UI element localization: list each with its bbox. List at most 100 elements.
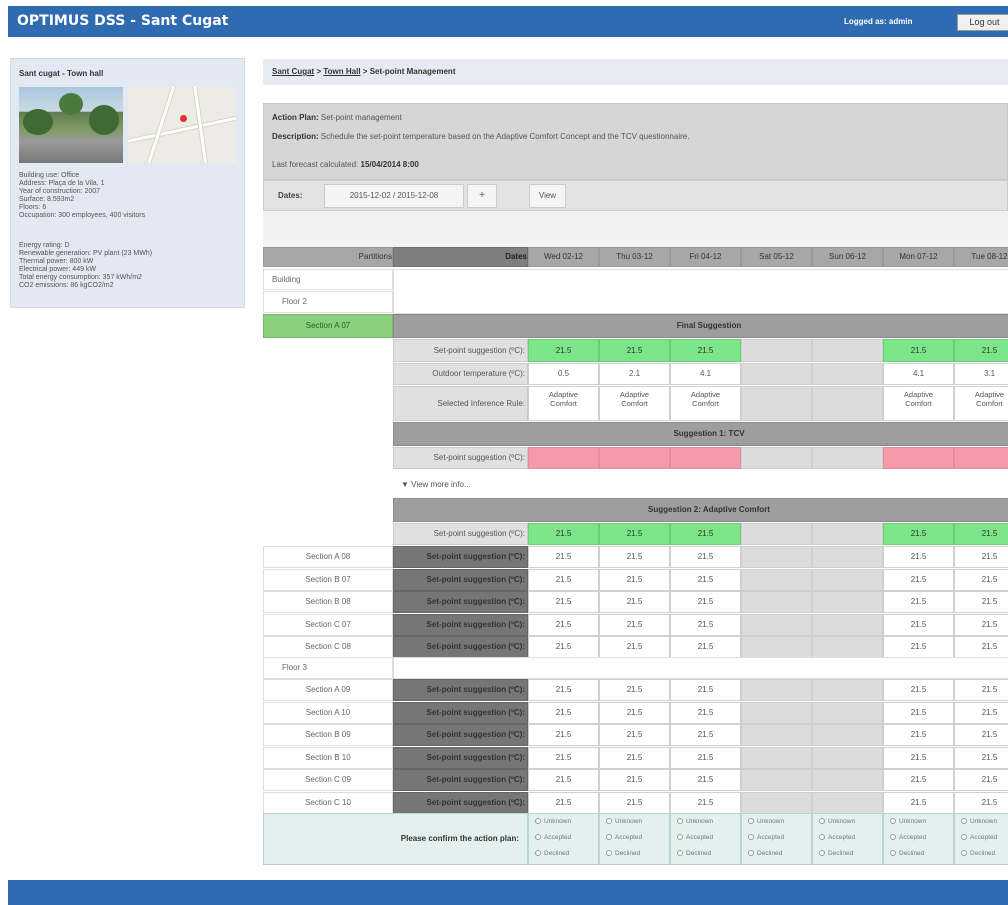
top-bar: OPTIMUS DSS - Sant Cugat Logged as: admi… — [8, 6, 1008, 37]
radio-icon[interactable] — [606, 818, 612, 825]
day-header[interactable]: Tue 08-12 — [954, 247, 1008, 267]
radio-option-accepted[interactable]: Accepted — [535, 830, 598, 846]
radio-icon[interactable] — [748, 834, 754, 841]
section-row-label[interactable]: Section C 07 — [263, 613, 393, 636]
radio-icon[interactable] — [819, 818, 825, 825]
radio-option-accepted[interactable]: Accepted — [677, 830, 740, 846]
radio-icon[interactable] — [535, 834, 541, 841]
radio-option-declined[interactable]: Declined — [677, 846, 740, 862]
section-row-label[interactable]: Section A 10 — [263, 701, 393, 724]
view-button[interactable]: View — [529, 184, 566, 208]
section-setpoint-value — [812, 568, 883, 591]
radio-option-unknown[interactable]: Unknown — [535, 814, 598, 830]
section-row-label[interactable]: Section C 08 — [263, 636, 393, 658]
radio-option-declined[interactable]: Declined — [890, 846, 953, 862]
day-header[interactable]: Sun 06-12 — [812, 247, 883, 267]
tcv-value — [599, 447, 670, 469]
section-setpoint-value: 21.5 — [528, 568, 599, 591]
day-header[interactable]: Thu 03-12 — [599, 247, 670, 267]
breadcrumb-town-hall[interactable]: Town Hall — [323, 67, 360, 76]
dates-range-input[interactable]: 2015-12-02 / 2015-12-08 — [324, 184, 464, 208]
radio-icon[interactable] — [890, 850, 896, 857]
section-row-label[interactable]: Section B 09 — [263, 724, 393, 746]
view-more-info-link[interactable]: ▼ View more info... — [401, 480, 471, 489]
section-row-label[interactable]: Section C 09 — [263, 769, 393, 791]
radio-option-accepted[interactable]: Accepted — [606, 830, 669, 846]
radio-option-declined[interactable]: Declined — [606, 846, 669, 862]
day-header[interactable]: Sat 05-12 — [741, 247, 812, 267]
setpoint-value: 21.5 — [528, 339, 599, 362]
radio-icon[interactable] — [677, 818, 683, 825]
radio-option-unknown[interactable]: Unknown — [819, 814, 882, 830]
building-photo — [19, 87, 123, 163]
partition-building[interactable]: Building — [263, 269, 393, 290]
section-setpoint-label: Set-point suggestion (ºC): — [393, 679, 528, 701]
setpoint-value — [741, 339, 812, 362]
radio-icon[interactable] — [606, 850, 612, 857]
radio-icon[interactable] — [606, 834, 612, 841]
section-setpoint-value: 21.5 — [954, 591, 1008, 613]
section-row-label[interactable]: Section B 08 — [263, 591, 393, 613]
radio-label: Declined — [970, 850, 996, 857]
radio-option-unknown[interactable]: Unknown — [890, 814, 953, 830]
section-setpoint-value: 21.5 — [528, 546, 599, 568]
radio-icon[interactable] — [748, 850, 754, 857]
building-info-panel: Sant cugat - Town hall Building use: Off… — [10, 58, 245, 308]
radio-option-unknown[interactable]: Unknown — [748, 814, 811, 830]
radio-icon[interactable] — [961, 818, 967, 825]
logged-user: Logged as: admin — [844, 17, 913, 26]
building-details: Building use: Office Address: Plaça de la… — [19, 172, 145, 220]
section-setpoint-value — [741, 701, 812, 724]
section-setpoint-value: 21.5 — [883, 769, 954, 791]
partition-floor-2[interactable]: Floor 2 — [263, 291, 393, 313]
breadcrumb-separator: > — [362, 67, 368, 76]
radio-option-declined[interactable]: Declined — [819, 846, 882, 862]
section-row-label[interactable]: Section B 10 — [263, 746, 393, 769]
radio-icon[interactable] — [535, 850, 541, 857]
radio-option-declined[interactable]: Declined — [961, 846, 1008, 862]
radio-option-unknown[interactable]: Unknown — [606, 814, 669, 830]
radio-option-accepted[interactable]: Accepted — [819, 830, 882, 846]
radio-icon[interactable] — [677, 850, 683, 857]
white-band — [393, 269, 1008, 314]
radio-option-declined[interactable]: Declined — [535, 846, 598, 862]
section-row-label[interactable]: Section A 08 — [263, 546, 393, 568]
dates-plus-button[interactable]: + — [467, 184, 497, 208]
section-setpoint-value: 21.5 — [670, 724, 741, 746]
radio-icon[interactable] — [890, 818, 896, 825]
radio-option-accepted[interactable]: Accepted — [890, 830, 953, 846]
radio-icon[interactable] — [961, 850, 967, 857]
radio-icon[interactable] — [748, 818, 754, 825]
radio-option-accepted[interactable]: Accepted — [961, 830, 1008, 846]
section-row-label[interactable]: Section B 07 — [263, 568, 393, 591]
section-row-label[interactable]: Section A 09 — [263, 679, 393, 701]
setpoint-value: 21.5 — [883, 339, 954, 362]
radio-icon[interactable] — [890, 834, 896, 841]
section-setpoint-value: 21.5 — [883, 636, 954, 658]
partition-section-a07[interactable]: Section A 07 — [263, 314, 393, 338]
radio-icon[interactable] — [819, 850, 825, 857]
forecast-label: Last forecast calculated: — [272, 160, 359, 169]
day-header[interactable]: Fri 04-12 — [670, 247, 741, 267]
radio-icon[interactable] — [677, 834, 683, 841]
radio-option-unknown[interactable]: Unknown — [961, 814, 1008, 830]
radio-option-declined[interactable]: Declined — [748, 846, 811, 862]
partition-floor-3[interactable]: Floor 3 — [263, 657, 393, 679]
radio-icon[interactable] — [535, 818, 541, 825]
radio-option-accepted[interactable]: Accepted — [748, 830, 811, 846]
rule-value — [812, 386, 883, 421]
logout-button[interactable]: Log out — [957, 14, 1008, 31]
day-header[interactable]: Mon 07-12 — [883, 247, 954, 267]
breadcrumb-sant-cugat[interactable]: Sant Cugat — [272, 67, 314, 76]
day-header[interactable]: Wed 02-12 — [528, 247, 599, 267]
radio-icon[interactable] — [961, 834, 967, 841]
section-row-label[interactable]: Section C 10 — [263, 791, 393, 814]
location-map[interactable] — [128, 87, 236, 163]
radio-icon[interactable] — [819, 834, 825, 841]
rule-line: Adaptive — [903, 390, 934, 399]
radio-label: Unknown — [544, 818, 572, 825]
rule-value: Adaptive Comfort — [883, 386, 954, 421]
info-line: Address: Plaça de la Vila, 1 — [19, 180, 105, 187]
radio-option-unknown[interactable]: Unknown — [677, 814, 740, 830]
radio-label: Declined — [686, 850, 712, 857]
